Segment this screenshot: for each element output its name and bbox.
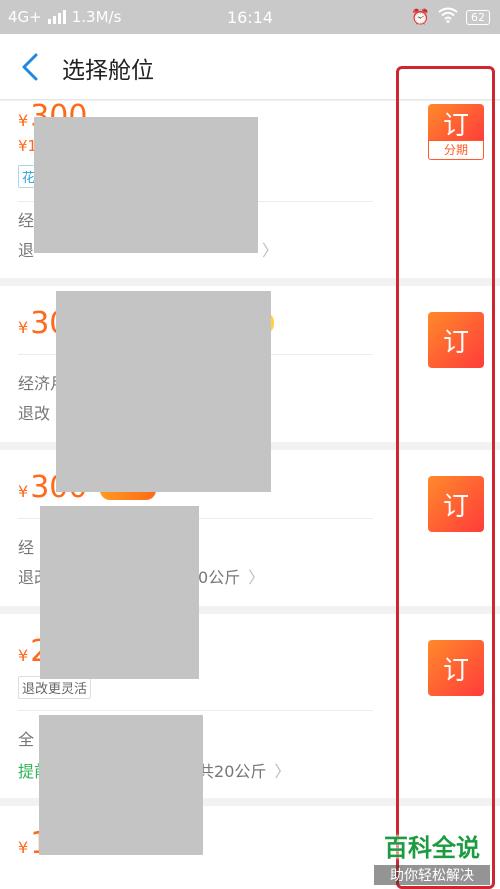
book-button[interactable]: 订 xyxy=(428,476,484,532)
cabin-class: 经 xyxy=(18,211,35,230)
book-button[interactable]: 订 xyxy=(428,312,484,368)
cabin-class: 经 xyxy=(18,538,35,557)
book-button[interactable]: 订 xyxy=(428,104,484,142)
book-button[interactable]: 订 xyxy=(428,640,484,696)
redacted-block xyxy=(56,291,271,492)
installment-button[interactable]: 分期 xyxy=(428,140,484,160)
watermark-logo: 百科全说 助你轻松解决 xyxy=(374,828,490,885)
wifi-icon xyxy=(438,7,458,27)
battery-icon: 62 xyxy=(466,9,490,25)
page-title: 选择舱位 xyxy=(62,58,154,84)
redacted-block xyxy=(34,117,258,253)
redacted-block xyxy=(39,715,203,855)
flexible-change-tag: 退改更灵活 xyxy=(18,676,92,699)
back-arrow-icon[interactable] xyxy=(14,50,48,84)
chevron-right-icon: 〉 xyxy=(262,241,279,260)
redacted-block xyxy=(40,506,199,679)
nav-bar: 选择舱位 xyxy=(0,34,500,100)
cabin-class: 全 xyxy=(18,730,35,749)
alarm-icon: ⏰ xyxy=(411,8,430,26)
rule-link[interactable]: 退改 xyxy=(18,400,50,424)
chevron-right-icon: 〉 xyxy=(274,762,291,781)
chevron-right-icon: 〉 xyxy=(248,568,265,587)
status-bar: 4G+ 1.3M/s 16:14 ⏰ 62 xyxy=(0,0,500,34)
